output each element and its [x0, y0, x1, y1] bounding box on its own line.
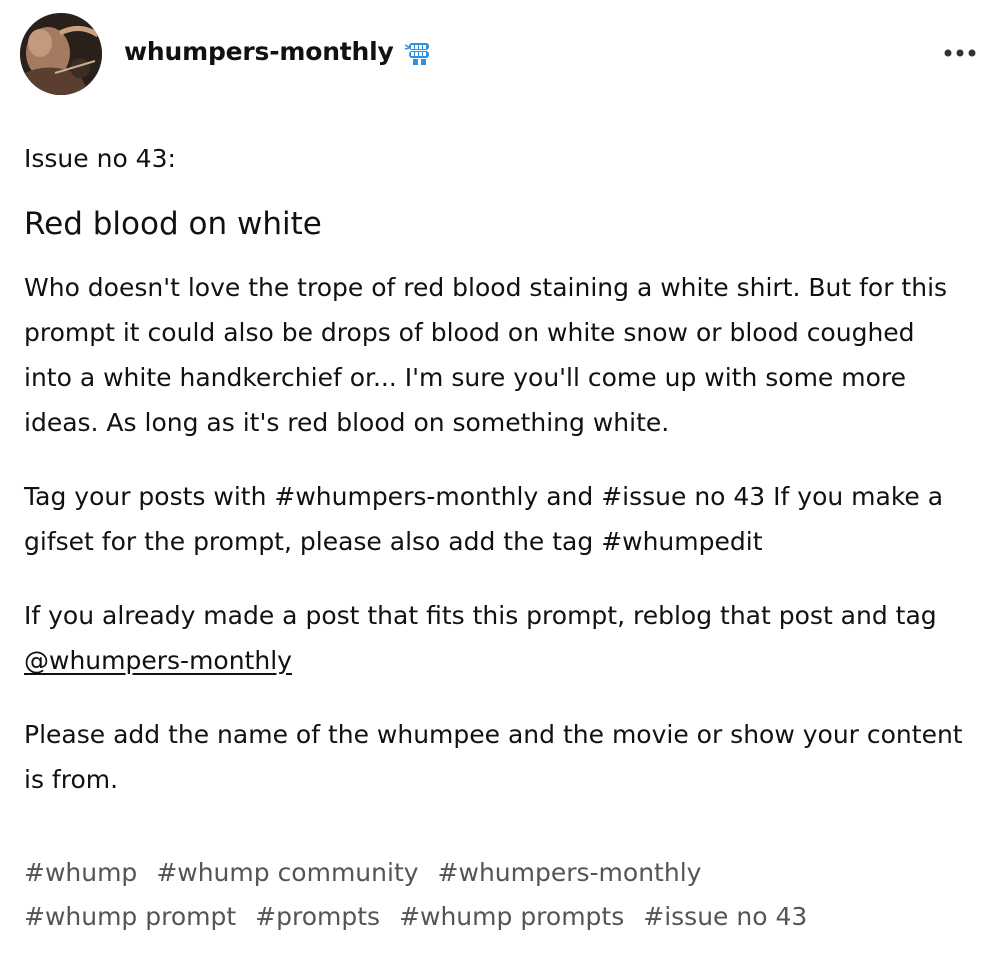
paragraph-tagging-instructions: Tag your posts with #whumpers-monthly an…: [24, 482, 944, 556]
more-options-button[interactable]: [940, 39, 980, 67]
blog-avatar[interactable]: [20, 13, 102, 95]
paragraph-source-instructions: Please add the name of the whumpee and t…: [24, 720, 963, 794]
ellipsis-icon: [944, 49, 976, 57]
wind-up-teeth-icon: [402, 39, 436, 69]
tag-link[interactable]: #whump prompt: [24, 895, 236, 939]
blog-mention-link[interactable]: @whumpers-monthly: [24, 646, 292, 675]
post-tags: #whump #whump community #whumpers-monthly #…: [24, 851, 964, 939]
paragraph-reblog-instructions: If you already made a post that fits thi…: [24, 593, 964, 683]
tag-link[interactable]: #prompts: [255, 895, 380, 939]
blog-name[interactable]: whumpers-monthly: [124, 35, 394, 69]
tag-link[interactable]: #whump community: [156, 851, 418, 895]
tumblr-post: whumpers-monthly Issue no 43: Red blood …: [0, 0, 1000, 968]
tag-link[interactable]: #whump prompts: [399, 895, 624, 939]
tag-link[interactable]: #whumpers-monthly: [438, 851, 702, 895]
tag-link[interactable]: #whump: [24, 851, 137, 895]
post-body: Issue no 43: Red blood on white Who does…: [24, 136, 964, 802]
post-heading: Red blood on white: [24, 206, 322, 242]
reblog-instructions-text: If you already made a post that fits thi…: [24, 601, 937, 630]
post-header: whumpers-monthly: [20, 13, 980, 95]
avatar-image: [20, 13, 102, 95]
tag-link[interactable]: #issue no 43: [643, 895, 807, 939]
paragraph-prompt-description: Who doesn't love the trope of red blood …: [24, 273, 948, 437]
issue-label: Issue no 43:: [24, 144, 176, 173]
